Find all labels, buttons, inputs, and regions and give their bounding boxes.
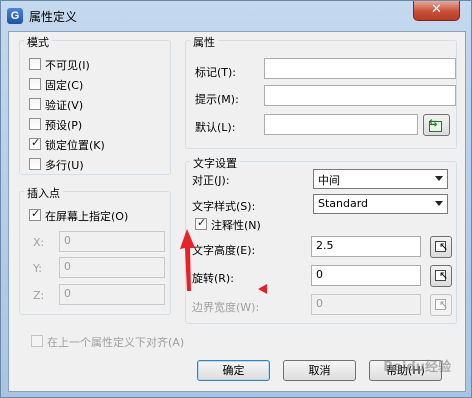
default-label: 默认(L):	[195, 121, 236, 134]
tag-label: 标记(T):	[195, 66, 237, 79]
pick-rotation-button[interactable]	[430, 265, 452, 287]
text-height-field[interactable]: 2.5	[311, 236, 421, 257]
x-field[interactable]: 0	[59, 231, 165, 252]
title-bar[interactable]: G 属性定义 ✕	[1, 1, 471, 31]
window-title: 属性定义	[29, 10, 78, 24]
preset-checkbox[interactable]	[29, 118, 41, 130]
pick-boundary-width-button[interactable]	[430, 294, 452, 316]
verify-checkbox[interactable]	[29, 98, 41, 110]
ok-button[interactable]: 确定	[197, 360, 270, 381]
justification-label: 对正(J):	[192, 174, 230, 187]
default-field[interactable]	[264, 114, 418, 135]
close-button[interactable]: ✕	[413, 1, 460, 21]
mode-group-title: 模式	[24, 34, 52, 50]
z-label: Z:	[33, 289, 45, 302]
baidu-watermark: Baidu经验	[383, 360, 451, 375]
justification-select[interactable]: 中间	[313, 169, 448, 189]
annotative-label: 注释性(N)	[211, 219, 261, 232]
lock-position-checkbox[interactable]	[29, 136, 41, 150]
insert-field-icon	[428, 118, 442, 132]
insertion-point-title: 插入点	[24, 185, 63, 201]
invisible-label: 不可见(I)	[45, 59, 90, 72]
dialog-body: 模式 不可见(I) 固定(C) 验证(V) 预设(P) 锁定位置(K) 多行(U…	[8, 31, 466, 392]
cancel-button[interactable]: 取消	[283, 360, 356, 381]
y-field[interactable]: 0	[59, 257, 165, 278]
y-label: Y:	[33, 262, 42, 275]
specify-on-screen-label: 在屏幕上指定(O)	[45, 210, 129, 223]
insert-field-button[interactable]	[423, 114, 450, 136]
align-below-label: 在上一个属性定义下对齐(A)	[47, 336, 185, 349]
attribute-group-title: 属性	[190, 34, 218, 50]
text-style-label: 文字样式(S):	[192, 200, 256, 213]
text-style-select[interactable]: Standard	[313, 194, 448, 214]
app-logo-icon: G	[7, 8, 23, 24]
rotation-field[interactable]: 0	[311, 265, 421, 286]
specify-on-screen-checkbox[interactable]	[29, 207, 41, 221]
preset-label: 预设(P)	[45, 119, 83, 132]
multiline-checkbox[interactable]	[29, 158, 41, 170]
x-label: X:	[33, 236, 45, 249]
align-below-checkbox[interactable]	[31, 335, 43, 347]
dialog-window: G 属性定义 ✕ 模式 不可见(I) 固定(C) 验证(V) 预设(P) 锁定位…	[0, 0, 472, 398]
annotative-checkbox[interactable]	[195, 216, 207, 230]
z-field[interactable]: 0	[59, 284, 165, 305]
text-height-label: 文字高度(E):	[192, 244, 256, 257]
chevron-down-icon	[435, 176, 443, 181]
verify-label: 验证(V)	[45, 99, 84, 112]
rotation-label: 旋转(R):	[192, 272, 234, 285]
constant-checkbox[interactable]	[29, 78, 41, 90]
chevron-down-icon	[435, 201, 443, 206]
mode-group	[19, 40, 171, 175]
tag-field[interactable]	[264, 58, 456, 79]
constant-label: 固定(C)	[45, 79, 84, 92]
lock-position-label: 锁定位置(K)	[45, 139, 105, 152]
prompt-label: 提示(M):	[195, 93, 239, 106]
text-style-value: Standard	[318, 197, 369, 210]
multiline-label: 多行(U)	[45, 159, 84, 172]
text-settings-title: 文字设置	[190, 155, 240, 171]
pick-text-height-button[interactable]	[430, 236, 452, 258]
invisible-checkbox[interactable]	[29, 58, 41, 70]
prompt-field[interactable]	[264, 85, 456, 106]
justification-value: 中间	[318, 174, 340, 187]
boundary-width-field[interactable]: 0	[311, 294, 421, 315]
boundary-width-label: 边界宽度(W):	[192, 301, 260, 314]
